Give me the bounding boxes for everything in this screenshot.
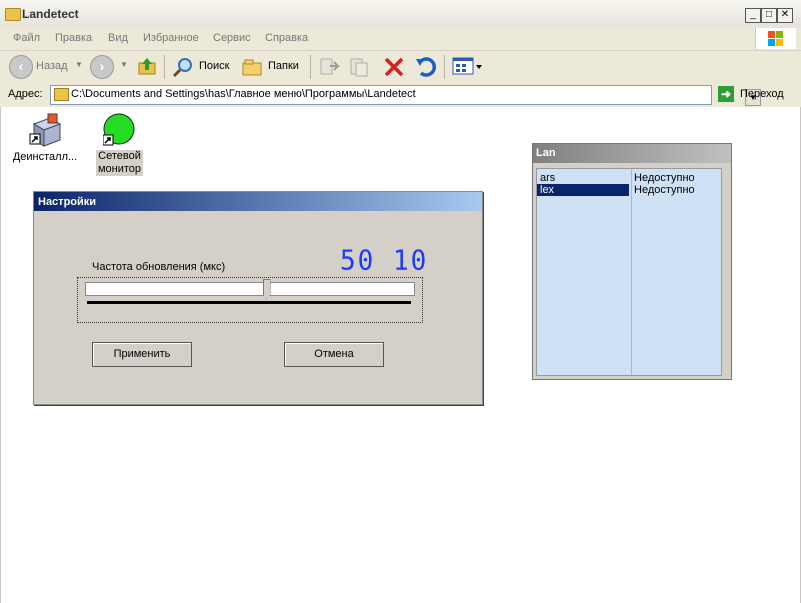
menu-favorites[interactable]: Избранное (143, 32, 199, 44)
title-bar: Landetect _ □ ✕ (0, 0, 801, 29)
host-name: lex (537, 184, 629, 196)
host-name: ars (540, 172, 556, 184)
move-to-icon[interactable] (318, 56, 341, 78)
folder-icon (54, 88, 69, 101)
menu-bar: Файл Правка Вид Избранное Сервис Справка (0, 28, 801, 51)
minimize-button[interactable]: _ (745, 8, 761, 23)
lan-host-list[interactable]: ars Недоступно lex Недоступно (536, 168, 722, 376)
address-path: C:\Documents and Settings\has\Главное ме… (71, 88, 416, 100)
uninstall-label: Деинсталл... (12, 151, 78, 163)
search-icon[interactable] (172, 56, 194, 78)
list-item[interactable]: ars Недоступно (537, 172, 721, 184)
delete-icon[interactable] (382, 55, 406, 79)
toolbar-separator (444, 55, 445, 79)
copy-to-icon[interactable] (348, 56, 370, 78)
settings-dialog: Настройки Частота обновления (мкс) 50 10… (33, 191, 483, 405)
menu-file[interactable]: Файл (13, 32, 40, 44)
frequency-lcd-display: 50 10 (340, 245, 429, 277)
folders-button-label[interactable]: Папки (268, 60, 299, 72)
uninstall-icon (26, 112, 62, 148)
lan-window: Lan ars Недоступно lex Недоступно (532, 143, 732, 380)
back-dropdown-icon[interactable]: ▼ (75, 60, 83, 69)
windows-logo-icon (755, 28, 796, 49)
settings-title: Настройки (38, 196, 97, 208)
frequency-label: Частота обновления (мкс) (92, 261, 226, 273)
network-monitor-icon (102, 113, 137, 147)
host-status: Недоступно (634, 184, 695, 196)
frequency-slider[interactable] (85, 282, 415, 296)
frequency-slider-group (77, 277, 423, 323)
network-monitor-label-line1: Сетевой (98, 150, 141, 162)
maximize-button[interactable]: □ (761, 8, 777, 23)
back-button-label[interactable]: Назад (36, 60, 68, 72)
lan-title-bar[interactable]: Lan (533, 144, 731, 163)
host-status: Недоступно (634, 172, 695, 184)
address-input[interactable]: C:\Documents and Settings\has\Главное ме… (50, 85, 761, 106)
lan-title: Lan (536, 147, 556, 159)
slider-baseline (87, 301, 411, 304)
network-monitor-label-line2: монитор (97, 163, 142, 175)
folders-icon[interactable] (242, 57, 264, 77)
forward-dropdown-icon[interactable]: ▼ (120, 60, 128, 69)
toolbar-separator (310, 55, 311, 79)
network-monitor-label: Сетевой монитор (96, 150, 143, 176)
forward-arrow-icon[interactable]: › (90, 55, 114, 79)
settings-title-bar[interactable]: Настройки (34, 192, 482, 211)
cancel-button[interactable]: Отмена (284, 342, 384, 367)
close-button[interactable]: ✕ (777, 8, 793, 23)
search-button-label[interactable]: Поиск (199, 60, 229, 72)
column-divider (631, 169, 632, 375)
folder-icon (5, 8, 21, 21)
address-bar: Адрес: C:\Documents and Settings\has\Гла… (0, 83, 801, 108)
menu-edit[interactable]: Правка (55, 32, 92, 44)
up-folder-icon[interactable] (137, 56, 157, 76)
menu-tools[interactable]: Сервис (213, 32, 251, 44)
apply-button[interactable]: Применить (92, 342, 192, 367)
go-button-label[interactable]: Переход (740, 88, 784, 100)
address-label: Адрес: (8, 88, 43, 100)
list-item-selected[interactable]: lex Недоступно (537, 184, 721, 196)
undo-icon[interactable] (414, 55, 438, 79)
menu-view[interactable]: Вид (108, 32, 128, 44)
back-arrow-icon[interactable]: ‹ (9, 55, 33, 79)
views-icon[interactable] (451, 55, 483, 77)
window-title: Landetect (22, 7, 79, 21)
slider-thumb[interactable] (262, 279, 271, 299)
menu-help[interactable]: Справка (265, 32, 308, 44)
go-arrow-icon[interactable]: ➜ (718, 86, 734, 102)
toolbar-separator (164, 55, 165, 79)
toolbar: ‹ Назад ▼ › ▼ Поиск Папки (0, 51, 801, 84)
